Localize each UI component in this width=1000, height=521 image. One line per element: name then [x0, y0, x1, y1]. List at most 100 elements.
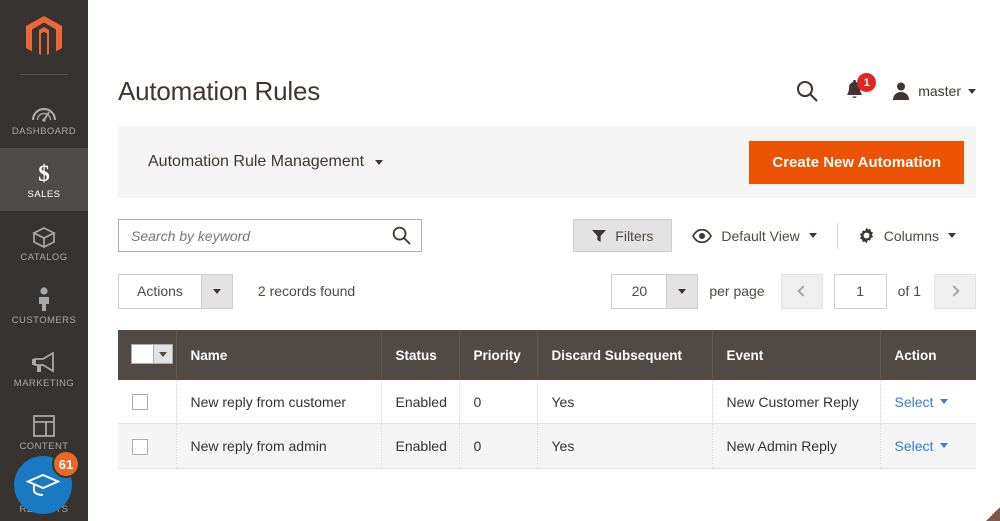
chevron-down-icon	[678, 288, 687, 294]
chevron-down-icon	[948, 233, 956, 238]
search-icon	[797, 80, 818, 102]
cell-status: Enabled	[381, 423, 460, 469]
sidebar-item-label: MARKETING	[13, 378, 75, 389]
page-sub-panel: Automation Rule Management Create New Au…	[118, 126, 976, 198]
actions-label[interactable]: Actions	[119, 275, 201, 308]
main-content: Automation Rules 1 master Automation Rul…	[88, 0, 1000, 521]
row-select-cell[interactable]	[118, 380, 177, 425]
create-new-automation-button[interactable]: Create New Automation	[749, 140, 964, 184]
column-header-event[interactable]: Event	[712, 330, 881, 380]
toolbar-right-controls: Filters Default View Columns	[573, 219, 976, 252]
cell-name: New reply from customer	[176, 380, 382, 425]
row-checkbox[interactable]	[132, 394, 148, 411]
chevron-down-icon	[159, 351, 167, 357]
per-page-select[interactable]: 20	[611, 273, 699, 309]
cell-status: Enabled	[381, 380, 460, 425]
global-search-button[interactable]	[796, 80, 818, 102]
sidebar-item-label: DASHBOARD	[11, 126, 77, 137]
row-action-select[interactable]: Select	[895, 438, 949, 454]
records-found-label: 2 records found	[257, 283, 356, 299]
coaching-badge-count: 61	[52, 450, 80, 478]
per-page-value[interactable]: 20	[612, 275, 666, 308]
column-header-action[interactable]: Action	[880, 330, 976, 380]
box-icon	[32, 222, 56, 248]
header-actions: 1 master	[796, 73, 976, 102]
row-checkbox[interactable]	[132, 438, 148, 455]
grid-header-row: Name Status Priority Discard Subsequent …	[118, 330, 976, 380]
row-select-cell[interactable]	[118, 423, 177, 469]
admin-page: DASHBOARD $ SALES CATALOG CUSTOMERS MARK…	[0, 0, 1000, 521]
keyword-search-box[interactable]	[118, 219, 422, 252]
notification-count-badge: 1	[857, 73, 877, 92]
grid-toolbar: Filters Default View Colu	[118, 219, 976, 252]
per-page-label: per page	[709, 283, 765, 299]
select-all-dropdown-arrow[interactable]	[153, 345, 172, 363]
automation-rules-grid: Name Status Priority Discard Subsequent …	[118, 330, 976, 469]
cell-priority: 0	[459, 423, 538, 469]
sidebar-item-label: SALES	[27, 189, 61, 200]
column-header-priority[interactable]: Priority	[459, 330, 538, 380]
default-view-dropdown[interactable]: Default View	[672, 228, 836, 244]
select-all-column-header[interactable]	[118, 330, 177, 380]
user-icon	[893, 82, 910, 100]
sidebar-item-sales[interactable]: $ SALES	[0, 148, 88, 211]
table-row[interactable]: New reply from customer Enabled 0 Yes Ne…	[118, 380, 976, 425]
chevron-right-icon	[947, 285, 960, 297]
magento-logo[interactable]	[0, 0, 88, 74]
cell-priority: 0	[459, 380, 538, 425]
megaphone-icon	[31, 348, 57, 374]
cell-action[interactable]: Select	[880, 380, 976, 425]
search-input[interactable]	[131, 227, 392, 244]
user-name-label: master	[918, 83, 961, 99]
eye-icon	[692, 228, 713, 243]
cell-name: New reply from admin	[176, 423, 382, 469]
notifications-button[interactable]: 1	[844, 73, 877, 102]
filters-button[interactable]: Filters	[573, 219, 673, 252]
per-page-dropdown-arrow[interactable]	[666, 274, 698, 308]
select-all-checkbox[interactable]	[132, 345, 153, 363]
sidebar-item-label: CUSTOMERS	[11, 315, 77, 326]
gear-icon	[859, 227, 873, 244]
chevron-down-icon	[375, 159, 384, 165]
sidebar-item-dashboard[interactable]: DASHBOARD	[0, 85, 88, 148]
chevron-down-icon	[212, 288, 221, 294]
person-icon	[36, 285, 52, 311]
coaching-badge-button[interactable]: 61	[14, 450, 80, 514]
funnel-icon	[592, 229, 607, 242]
actions-dropdown[interactable]: Actions	[118, 273, 233, 309]
select-all-control[interactable]	[131, 344, 173, 364]
row-action-label: Select	[894, 437, 934, 454]
cell-discard-subsequent: Yes	[537, 423, 713, 469]
sidebar-item-label: CATALOG	[20, 252, 68, 263]
sidebar-item-marketing[interactable]: MARKETING	[0, 337, 88, 400]
column-header-discard-subsequent[interactable]: Discard Subsequent	[537, 330, 713, 380]
search-icon[interactable]	[392, 226, 411, 245]
column-header-name[interactable]: Name	[176, 330, 382, 380]
filters-label: Filters	[615, 227, 654, 244]
user-menu[interactable]: master	[891, 81, 976, 101]
chevron-down-icon	[940, 399, 949, 405]
columns-dropdown[interactable]: Columns	[838, 227, 976, 244]
admin-sidebar: DASHBOARD $ SALES CATALOG CUSTOMERS MARK…	[0, 0, 88, 521]
cell-action[interactable]: Select	[880, 423, 976, 469]
chevron-down-icon	[940, 443, 949, 449]
sidebar-item-customers[interactable]: CUSTOMERS	[0, 274, 88, 337]
cell-event: New Customer Reply	[712, 380, 881, 425]
default-view-label: Default View	[721, 227, 800, 244]
page-number-input[interactable]	[833, 273, 887, 309]
row-action-select[interactable]: Select	[895, 394, 949, 410]
sidebar-item-catalog[interactable]: CATALOG	[0, 211, 88, 274]
page-corner-artifact	[986, 507, 1000, 521]
rule-management-dropdown[interactable]: Automation Rule Management	[148, 153, 749, 171]
pagination-controls: 20 per page of 1	[611, 273, 976, 309]
columns-label: Columns	[883, 227, 939, 244]
next-page-button[interactable]	[934, 273, 976, 309]
previous-page-button[interactable]	[780, 273, 823, 309]
row-action-label: Select	[894, 393, 934, 410]
table-row[interactable]: New reply from admin Enabled 0 Yes New A…	[118, 423, 976, 469]
column-header-status[interactable]: Status	[381, 330, 460, 380]
chevron-left-icon	[797, 285, 809, 297]
actions-dropdown-arrow[interactable]	[200, 274, 232, 308]
graduation-cap-icon	[26, 473, 60, 497]
rule-management-label: Automation Rule Management	[148, 153, 365, 170]
